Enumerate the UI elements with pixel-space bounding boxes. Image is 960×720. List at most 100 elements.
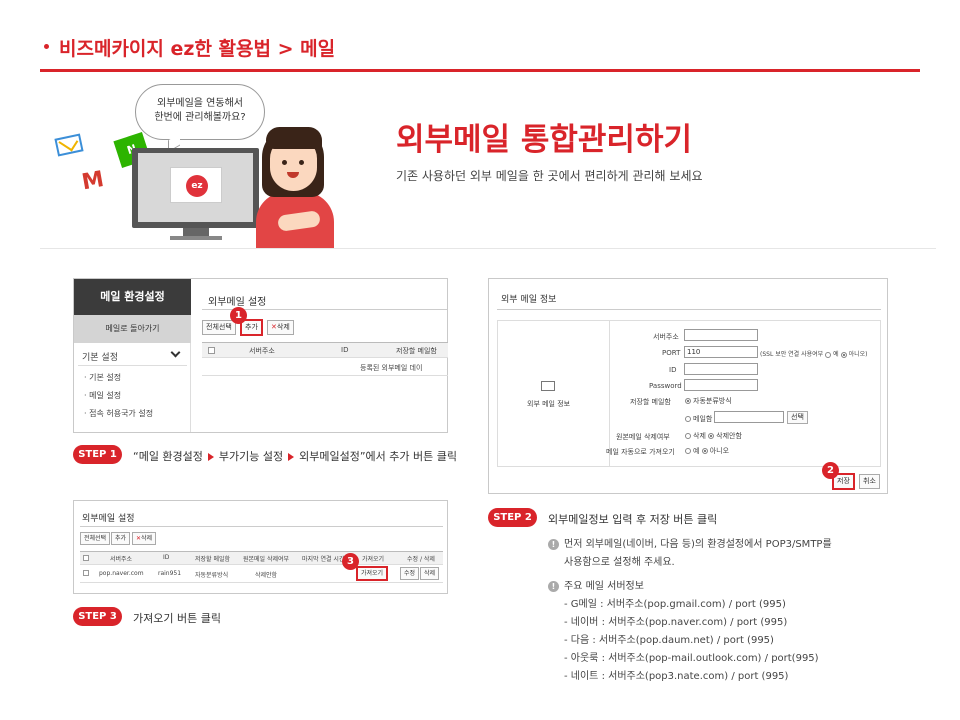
arrow-right-icon bbox=[207, 453, 214, 461]
cell-save-mailbox: 자동분류방식 bbox=[195, 572, 229, 579]
auto-fetch-no-radio[interactable] bbox=[701, 448, 708, 454]
step-2-instructions: 외부메일정보 입력 후 저장 버튼 클릭 bbox=[548, 513, 718, 526]
screenshot-mail-settings: 메일 환경설정 메일로 돌아가기 기본 설정 · 기본 설정 · 메일 설정 ·… bbox=[73, 278, 448, 433]
col-save-mailbox: 저장할 메일함 bbox=[195, 556, 231, 563]
col-fetch: 가져오기 bbox=[362, 556, 385, 563]
label-auto-fetch: 메일 자동으로 가져오기 bbox=[606, 448, 675, 456]
envelope-icon bbox=[541, 381, 555, 391]
row-divider bbox=[202, 375, 448, 376]
page-title: 비즈메카이지 ez한 활용법 > 메일 bbox=[44, 34, 335, 61]
row-delete-button[interactable]: 삭제 bbox=[420, 567, 440, 580]
choose-button[interactable]: 선택 bbox=[787, 411, 808, 424]
screenshot-external-mail-info: 외부 메일 정보 외부 메일 정보 서버주소 PORT 110 (SSL 보안 … bbox=[488, 278, 888, 494]
auto-classify-label: 자동분류방식 bbox=[693, 397, 732, 405]
nodelete-radio[interactable] bbox=[708, 433, 715, 439]
ssl-yes-label: 예 bbox=[833, 351, 839, 358]
settings-sidebar: 메일 환경설정 메일로 돌아가기 기본 설정 · 기본 설정 · 메일 설정 ·… bbox=[74, 279, 191, 432]
ez-badge: ez bbox=[186, 175, 208, 197]
col-id: ID bbox=[163, 554, 170, 561]
step-3-badge: STEP 3 bbox=[73, 607, 122, 626]
ssl-label: (SSL 보안 연결 사용여부 bbox=[760, 351, 824, 358]
col-save-mailbox: 저장할 메일함 bbox=[396, 347, 437, 355]
server-info-gmail: - G메일 : 서버주소(pop.gmail.com) / port (995) bbox=[564, 599, 786, 610]
gmail-icon: M bbox=[79, 166, 106, 196]
table-row: pop.naver.com rain951 자동분류방식 삭제안함 가져오기 수… bbox=[80, 565, 443, 583]
add-button[interactable]: 추가 bbox=[111, 532, 131, 545]
sidebar-item-basic[interactable]: · 기본 설정 bbox=[84, 372, 121, 383]
note-pop3-line-1: 먼저 외부메일(네이버, 다음 등)의 환경설정에서 POP3/SMTP를 bbox=[564, 539, 832, 550]
info-icon: ! bbox=[548, 538, 559, 550]
step-1-badge: STEP 1 bbox=[73, 445, 122, 464]
col-server: 서버주소 bbox=[110, 556, 133, 563]
section-basic-settings[interactable]: 기본 설정 bbox=[82, 350, 118, 363]
note-server-title: 주요 메일 서버정보 bbox=[564, 581, 644, 592]
server-info-daum: - 다음 : 서버주소(pop.daum.net) / port (995) bbox=[564, 635, 774, 646]
fetch-button[interactable]: 가져오기 bbox=[356, 566, 389, 581]
ssl-yes-radio[interactable] bbox=[825, 351, 832, 358]
character-fringe bbox=[266, 127, 322, 149]
password-input[interactable] bbox=[684, 379, 758, 391]
speech-bubble: 외부메일을 연동해서 한번에 관리해볼까요? bbox=[135, 84, 265, 140]
port-input[interactable]: 110 bbox=[684, 346, 758, 358]
step-marker-2: 2 bbox=[822, 462, 839, 479]
server-info-naver: - 네이버 : 서버주소(pop.naver.com) / port (995) bbox=[564, 617, 788, 628]
bubble-line-2: 한번에 관리해볼까요? bbox=[154, 112, 246, 123]
label-save-mailbox: 저장할 메일함 bbox=[630, 398, 671, 406]
row-checkbox[interactable] bbox=[83, 570, 89, 576]
note-pop3: ! 먼저 외부메일(네이버, 다음 등)의 환경설정에서 POP3/SMTP를 bbox=[548, 535, 832, 550]
col-edit-delete: 수정 / 삭제 bbox=[407, 556, 435, 563]
col-id: ID bbox=[341, 346, 349, 354]
list-header: 서버주소 ID 저장할 메일함 bbox=[202, 342, 448, 358]
option-auto-classify: 자동분류방식 bbox=[685, 396, 732, 406]
sidebar-item-mail[interactable]: · 메일 설정 bbox=[84, 390, 121, 401]
mailbox-input[interactable] bbox=[714, 411, 784, 423]
label-port: PORT bbox=[662, 349, 681, 357]
panel-title: 외부메일 설정 bbox=[208, 297, 267, 308]
col-last-connect: 마지막 연결 시간 bbox=[302, 556, 345, 563]
delete-radio[interactable] bbox=[685, 433, 691, 439]
delete-button[interactable]: ✕삭제 bbox=[267, 320, 294, 335]
dialog-title-underline bbox=[497, 309, 881, 310]
auto-fetch-no-label: 아니오 bbox=[709, 447, 730, 455]
delete-label: 삭제 bbox=[141, 535, 153, 542]
ssl-no-label: 아니오) bbox=[848, 351, 868, 358]
server-input[interactable] bbox=[684, 329, 758, 341]
form-left-column: 외부 메일 정보 bbox=[498, 321, 610, 466]
ssl-option: (SSL 보안 연결 사용여부 예 아니오) bbox=[760, 349, 867, 358]
screenshot-external-mail-list: 외부메일 설정 전체선택 추가 ✕삭제 서버주소 ID 저장할 메일함 원본메일… bbox=[73, 500, 448, 594]
option-auto-fetch: 예 아니오 bbox=[685, 446, 729, 456]
auto-classify-radio[interactable] bbox=[685, 398, 691, 404]
cell-delete-original: 삭제안함 bbox=[255, 572, 278, 579]
hero-title: 외부메일 통합관리하기 bbox=[396, 122, 692, 158]
page-title-text: 비즈메카이지 ez한 활용법 > 메일 bbox=[59, 38, 336, 60]
delete-label: 삭제 bbox=[693, 432, 706, 440]
select-all-button[interactable]: 전체선택 bbox=[202, 320, 236, 335]
chevron-down-icon[interactable] bbox=[170, 347, 181, 358]
mailbox-radio[interactable] bbox=[685, 416, 691, 422]
info-icon: ! bbox=[548, 580, 559, 592]
edit-button[interactable]: 수정 bbox=[400, 567, 420, 580]
character-eye-right bbox=[299, 160, 304, 165]
auto-fetch-yes-radio[interactable] bbox=[685, 448, 691, 454]
delete-button[interactable]: ✕삭제 bbox=[132, 532, 157, 545]
header-checkbox[interactable] bbox=[83, 555, 89, 561]
back-to-mail-button[interactable]: 메일로 돌아가기 bbox=[74, 315, 191, 343]
monitor-stand-base bbox=[170, 236, 222, 240]
col-delete-original: 원본메일 삭제여부 bbox=[243, 556, 290, 563]
form-left-label: 외부 메일 정보 bbox=[527, 400, 571, 408]
step-1-instructions: “메일 환경설정 부가기능 설정 외부메일설정”에서 추가 버튼 클릭 bbox=[133, 448, 457, 464]
ssl-no-radio[interactable] bbox=[840, 351, 847, 358]
label-server: 서버주소 bbox=[653, 333, 679, 341]
header-checkbox[interactable] bbox=[208, 347, 215, 354]
id-input[interactable] bbox=[684, 363, 758, 375]
select-all-button[interactable]: 전체선택 bbox=[80, 532, 111, 545]
table-header: 서버주소 ID 저장할 메일함 원본메일 삭제여부 마지막 연결 시간 가져오기… bbox=[80, 551, 443, 565]
step-1-part-3: 외부메일설정”에서 추가 버튼 클릭 bbox=[299, 450, 458, 463]
title-underline bbox=[40, 69, 920, 72]
nodelete-label: 삭제안함 bbox=[716, 432, 742, 440]
label-id: ID bbox=[669, 366, 677, 374]
list-title-underline bbox=[80, 526, 443, 527]
list-title: 외부메일 설정 bbox=[82, 514, 135, 524]
sidebar-item-country[interactable]: · 접속 허용국가 설정 bbox=[84, 408, 153, 419]
cancel-button[interactable]: 취소 bbox=[859, 474, 880, 489]
